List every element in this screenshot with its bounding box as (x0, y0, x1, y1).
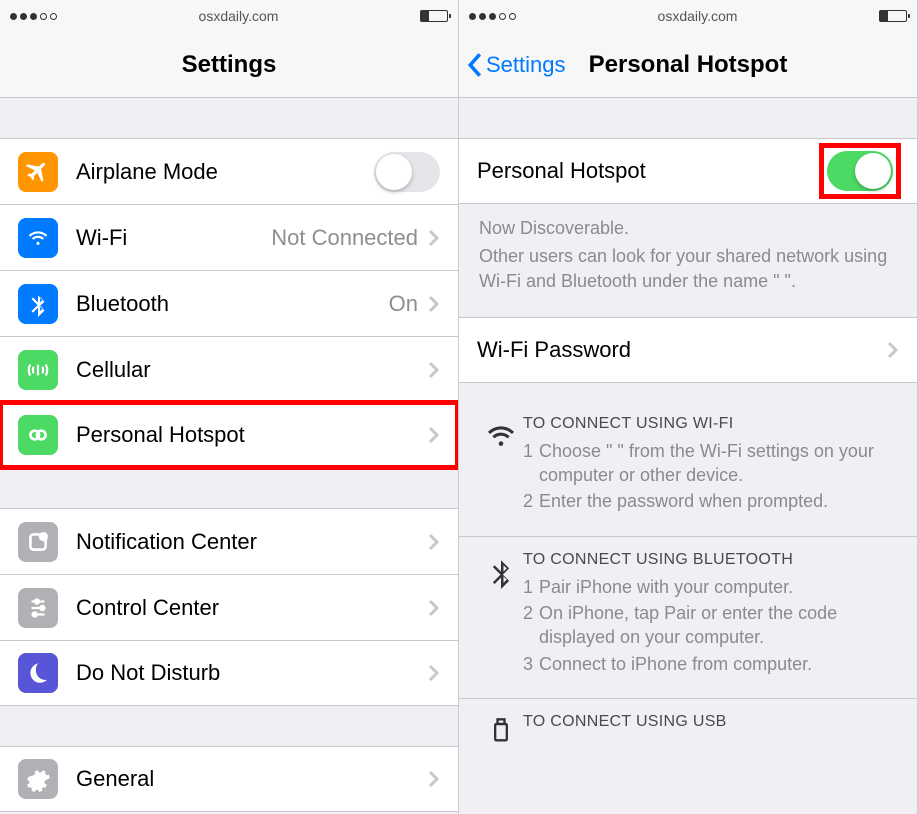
instr-step: 2On iPhone, tap Pair or enter the code d… (523, 601, 897, 650)
cell-label: General (76, 766, 428, 792)
chevron-right-icon (428, 361, 440, 379)
instr-title: TO CONNECT USING USB (523, 713, 897, 731)
chevron-right-icon (428, 599, 440, 617)
hotspot-toggle[interactable] (827, 151, 893, 191)
signal-dots-icon (469, 13, 516, 20)
cell-label: Airplane Mode (76, 159, 374, 185)
instr-title: TO CONNECT USING WI-FI (523, 415, 897, 433)
phone-right: osxdaily.com Settings Personal Hotspot P… (459, 0, 918, 814)
cell-label: Cellular (76, 357, 428, 383)
status-bar: osxdaily.com (0, 0, 458, 32)
cell-personal-hotspot[interactable]: Personal Hotspot (0, 402, 458, 468)
wifi-icon (18, 218, 58, 258)
instr-title: TO CONNECT USING BLUETOOTH (523, 551, 897, 569)
gear-icon (18, 759, 58, 799)
chevron-right-icon (428, 770, 440, 788)
control-center-icon (18, 588, 58, 628)
group-general: General (0, 746, 458, 812)
wifi-icon (479, 415, 523, 516)
cell-hotspot-toggle[interactable]: Personal Hotspot (459, 138, 917, 204)
cell-label: Wi-Fi (76, 225, 271, 251)
status-bar: osxdaily.com (459, 0, 917, 32)
status-url: osxdaily.com (516, 8, 879, 24)
group-toggle: Personal Hotspot (459, 138, 917, 204)
cell-cellular[interactable]: Cellular (0, 336, 458, 402)
chevron-right-icon (428, 533, 440, 551)
usb-icon (479, 713, 523, 745)
group-wifi-pw: Wi-Fi Password (459, 317, 917, 383)
chevron-right-icon (428, 426, 440, 444)
group-notifications: Notification Center Control Center Do No… (0, 508, 458, 706)
chevron-right-icon (428, 664, 440, 682)
discoverable-text: Now Discoverable. Other users can look f… (459, 204, 917, 297)
phone-left: osxdaily.com Settings Airplane Mode Wi-F… (0, 0, 459, 814)
cell-control-center[interactable]: Control Center (0, 574, 458, 640)
battery-icon (420, 10, 448, 22)
cell-bluetooth[interactable]: Bluetooth On (0, 270, 458, 336)
airplane-toggle[interactable] (374, 152, 440, 192)
battery-icon (879, 10, 907, 22)
cell-label: Control Center (76, 595, 428, 621)
discoverable-title: Now Discoverable. (479, 216, 897, 240)
cell-label: Personal Hotspot (76, 422, 428, 448)
bluetooth-icon (18, 284, 58, 324)
cell-detail: On (389, 291, 418, 317)
cell-do-not-disturb[interactable]: Do Not Disturb (0, 640, 458, 706)
cell-label: Personal Hotspot (477, 158, 821, 184)
chevron-right-icon (428, 295, 440, 313)
cell-label: Wi-Fi Password (477, 337, 887, 363)
instr-step: 1Choose " " from the Wi-Fi settings on y… (523, 439, 897, 488)
cell-label: Bluetooth (76, 291, 389, 317)
instr-step: 1Pair iPhone with your computer. (523, 575, 897, 599)
hotspot-settings[interactable]: Personal Hotspot Now Discoverable. Other… (459, 98, 917, 814)
instr-usb: TO CONNECT USING USB (459, 699, 917, 765)
page-title: Personal Hotspot (589, 51, 788, 79)
cell-general[interactable]: General (0, 746, 458, 812)
chevron-right-icon (428, 229, 440, 247)
back-button[interactable]: Settings (467, 52, 566, 78)
airplane-icon (18, 152, 58, 192)
back-label: Settings (486, 52, 566, 78)
cell-detail: Not Connected (271, 225, 418, 251)
bluetooth-icon (479, 551, 523, 678)
settings-list[interactable]: Airplane Mode Wi-Fi Not Connected Blueto… (0, 98, 458, 814)
instr-step: 3Connect to iPhone from computer. (523, 652, 897, 676)
cell-airplane-mode[interactable]: Airplane Mode (0, 138, 458, 204)
nav-bar: Settings (0, 32, 458, 98)
page-title: Settings (182, 51, 277, 79)
cell-wifi-password[interactable]: Wi-Fi Password (459, 317, 917, 383)
cell-label: Notification Center (76, 529, 428, 555)
discoverable-body: Other users can look for your shared net… (479, 244, 897, 293)
cell-label: Do Not Disturb (76, 660, 428, 686)
instr-bluetooth: TO CONNECT USING BLUETOOTH 1Pair iPhone … (459, 537, 917, 699)
cell-notification-center[interactable]: Notification Center (0, 508, 458, 574)
cell-wifi[interactable]: Wi-Fi Not Connected (0, 204, 458, 270)
instr-wifi: TO CONNECT USING WI-FI 1Choose " " from … (459, 401, 917, 537)
cellular-icon (18, 350, 58, 390)
status-url: osxdaily.com (57, 8, 420, 24)
instr-step: 2Enter the password when prompted. (523, 489, 897, 513)
signal-dots-icon (10, 13, 57, 20)
chevron-right-icon (887, 341, 899, 359)
nav-bar: Settings Personal Hotspot (459, 32, 917, 98)
hotspot-icon (18, 415, 58, 455)
group-connectivity: Airplane Mode Wi-Fi Not Connected Blueto… (0, 138, 458, 468)
notification-icon (18, 522, 58, 562)
moon-icon (18, 653, 58, 693)
